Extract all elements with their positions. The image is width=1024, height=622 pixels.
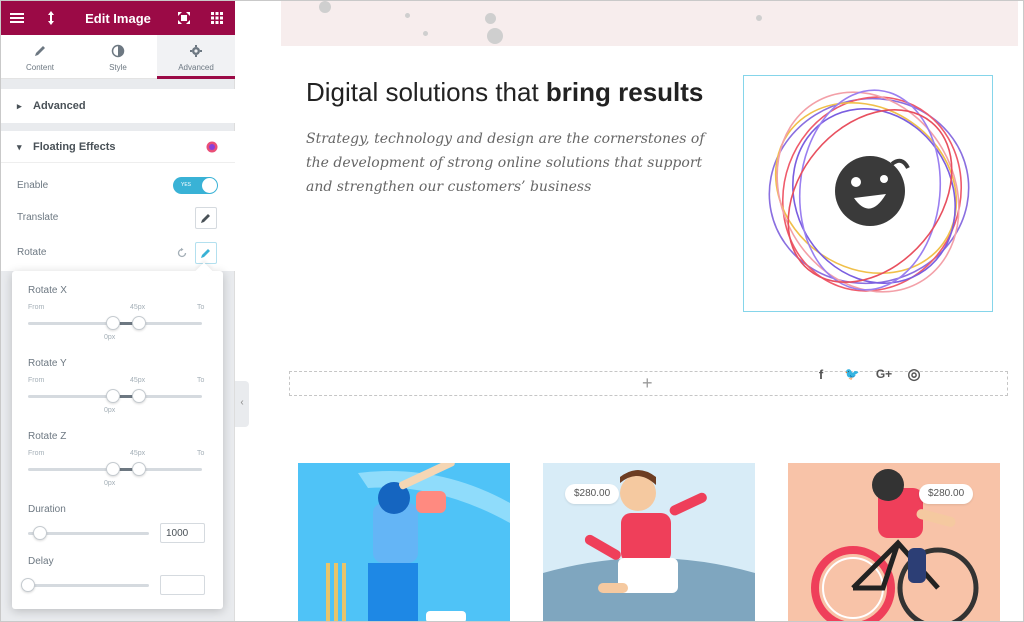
page-canvas: Digital solutions that bring results Str…	[253, 1, 1023, 621]
rotate-y-to-value: 45px	[130, 377, 146, 384]
add-section-dropzone[interactable]: +	[289, 371, 1008, 396]
rotate-popover: Rotate X From 45px To 0px Rotate Y From …	[12, 262, 223, 609]
pencil-icon	[201, 214, 210, 223]
rotate-z-label: Rotate Z	[28, 431, 67, 442]
panel-collapse-handle[interactable]: ‹	[235, 381, 249, 427]
translate-label: Translate	[17, 212, 59, 223]
tab-content-label: Content	[25, 63, 55, 72]
decor-bubble	[756, 15, 762, 21]
tab-content[interactable]: Content	[1, 35, 79, 79]
rotate-edit-button[interactable]	[195, 242, 217, 264]
contrast-icon	[111, 44, 125, 58]
caret-down-icon: ▾	[17, 142, 22, 152]
delay-slider-track[interactable]	[28, 584, 149, 587]
rotate-y-from-value: 0px	[104, 407, 116, 414]
chevron-left-icon: ‹	[240, 397, 244, 408]
dribbble-icon[interactable]: ◎	[905, 365, 923, 383]
eael-badge-icon	[206, 141, 218, 153]
decor-bubble	[423, 31, 428, 36]
rotate-x-from-label: From	[28, 304, 45, 311]
tab-advanced-label: Advanced	[178, 63, 214, 72]
fullscreen-icon[interactable]	[176, 10, 192, 26]
delay-handle[interactable]	[21, 578, 35, 592]
rotate-y-label: Rotate Y	[28, 358, 67, 369]
advanced-section-header[interactable]: ▸ Advanced	[1, 89, 235, 123]
delay-input[interactable]	[160, 575, 205, 595]
floating-effects-header[interactable]: ▾ Floating Effects	[1, 131, 235, 163]
rotate-x-from-value: 0px	[104, 334, 116, 341]
rotate-z-from-label: From	[28, 450, 45, 457]
duration-handle[interactable]	[33, 526, 47, 540]
headline-bold: bring results	[545, 77, 704, 107]
google-plus-icon[interactable]: G+	[873, 367, 895, 383]
rotate-x-to-handle[interactable]	[132, 316, 146, 330]
scribble-logo-image	[768, 89, 970, 293]
translate-edit-button[interactable]	[195, 207, 217, 229]
hero-band	[281, 1, 1018, 46]
rotate-z-to-value: 45px	[130, 450, 146, 457]
floating-effects-title: Floating Effects	[33, 141, 116, 153]
toggle-yes-text: YES	[181, 182, 192, 188]
twitter-icon[interactable]: 🐦	[843, 367, 861, 383]
rotate-y-from-label: From	[28, 377, 45, 384]
reset-icon[interactable]	[176, 247, 188, 259]
rotate-label: Rotate	[17, 247, 47, 258]
delay-label: Delay	[28, 556, 54, 567]
rotate-z-from-value: 0px	[104, 480, 116, 487]
selected-image-widget[interactable]	[743, 75, 993, 312]
price-badge: $280.00	[919, 484, 974, 504]
pencil-icon	[35, 46, 45, 56]
rotate-x-from-handle[interactable]	[106, 316, 120, 330]
intro-paragraph: Strategy, technology and design are the …	[306, 131, 705, 195]
tab-style-label: Style	[109, 63, 127, 72]
advanced-section-title: Advanced	[33, 100, 86, 112]
editor-panel: Edit Image Content Style Advanced ▸ Adva…	[1, 1, 235, 621]
facebook-icon[interactable]: f	[812, 367, 830, 383]
panel-tabs: Content Style Advanced	[1, 35, 235, 79]
tab-style[interactable]: Style	[79, 35, 157, 79]
product-card[interactable]: $280.00	[543, 463, 755, 621]
product-card[interactable]	[298, 463, 510, 621]
panel-header: Edit Image	[1, 1, 235, 35]
decor-bubble	[319, 1, 331, 13]
rotate-y-from-handle[interactable]	[106, 389, 120, 403]
rotate-z-to-handle[interactable]	[132, 462, 146, 476]
add-section-plus-icon[interactable]: +	[642, 373, 653, 394]
app-window: Edit Image Content Style Advanced ▸ Adva…	[0, 0, 1024, 622]
gear-icon	[190, 45, 202, 57]
headline-regular: Digital solutions that	[306, 77, 546, 107]
tab-advanced[interactable]: Advanced	[157, 35, 235, 79]
duration-input[interactable]: 1000	[160, 523, 205, 543]
toggle-knob	[202, 178, 217, 193]
enable-toggle[interactable]: YES	[173, 177, 218, 194]
duration-label: Duration	[28, 504, 66, 515]
rotate-x-label: Rotate X	[28, 285, 67, 296]
rotate-y-to-handle[interactable]	[132, 389, 146, 403]
caret-right-icon: ▸	[17, 101, 22, 111]
rotate-y-to-label: To	[197, 377, 205, 384]
enable-label: Enable	[17, 180, 49, 191]
widgets-grid-icon[interactable]	[209, 10, 225, 26]
rotate-x-to-value: 45px	[130, 304, 146, 311]
decor-bubble	[405, 13, 410, 18]
rotate-z-from-handle[interactable]	[106, 462, 120, 476]
decor-bubble	[487, 28, 503, 44]
price-badge: $280.00	[565, 484, 620, 504]
rotate-x-to-label: To	[197, 304, 205, 311]
pencil-icon	[201, 249, 210, 258]
cricket-player-illustration	[326, 463, 510, 621]
headline: Digital solutions that bring results	[306, 77, 703, 108]
rotate-z-to-label: To	[197, 450, 205, 457]
panel-title: Edit Image	[85, 11, 151, 26]
product-card[interactable]: $280.00	[788, 463, 1000, 621]
decor-bubble	[485, 13, 496, 24]
